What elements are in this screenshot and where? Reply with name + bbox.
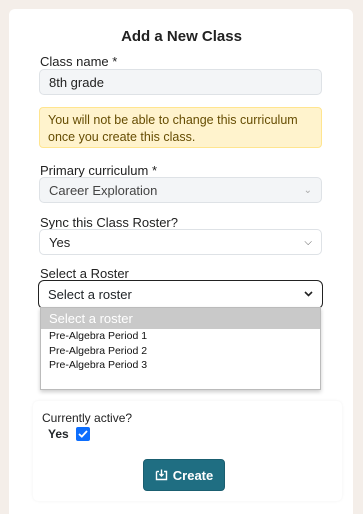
primary-curriculum-select[interactable]: Career Exploration ⌄ [39,177,322,203]
roster-option-placeholder[interactable]: Select a roster [41,308,320,329]
checkmark-icon [78,430,88,438]
primary-curriculum-value: Career Exploration [49,182,158,198]
roster-select[interactable]: Select a roster [38,280,323,309]
roster-dropdown: Select a roster Pre-Algebra Period 1 Pre… [40,307,321,390]
currently-active-value: Yes [48,427,69,441]
curriculum-warning: You will not be able to change this curr… [39,107,322,148]
currently-active-label: Currently active? [42,411,133,425]
roster-option[interactable]: Pre-Algebra Period 3 [41,358,320,373]
class-name-input[interactable]: 8th grade [39,69,322,95]
chevron-down-icon [304,289,313,300]
create-button-label: Create [172,467,214,483]
class-name-value: 8th grade [49,74,104,90]
primary-curriculum-label: Primary curriculum * [40,163,158,178]
currently-active-row: Yes [48,427,90,441]
page-title: Add a New Class [121,28,242,45]
sync-roster-value: Yes [49,234,71,250]
roster-label: Select a Roster [40,266,129,281]
sync-roster-label: Sync this Class Roster? [40,215,178,230]
currently-active-checkbox[interactable] [75,427,90,441]
chevron-down-icon: ⌵ [304,236,312,248]
class-name-label: Class name * [40,54,118,69]
roster-option[interactable]: Pre-Algebra Period 2 [41,344,320,359]
chevron-down-icon: ⌄ [303,184,312,196]
create-button[interactable]: Create [143,459,225,491]
roster-select-value: Select a roster [48,287,132,302]
roster-option[interactable]: Pre-Algebra Period 1 [41,329,320,344]
sync-roster-select[interactable]: Yes ⌵ [39,229,322,255]
save-icon [155,469,167,481]
